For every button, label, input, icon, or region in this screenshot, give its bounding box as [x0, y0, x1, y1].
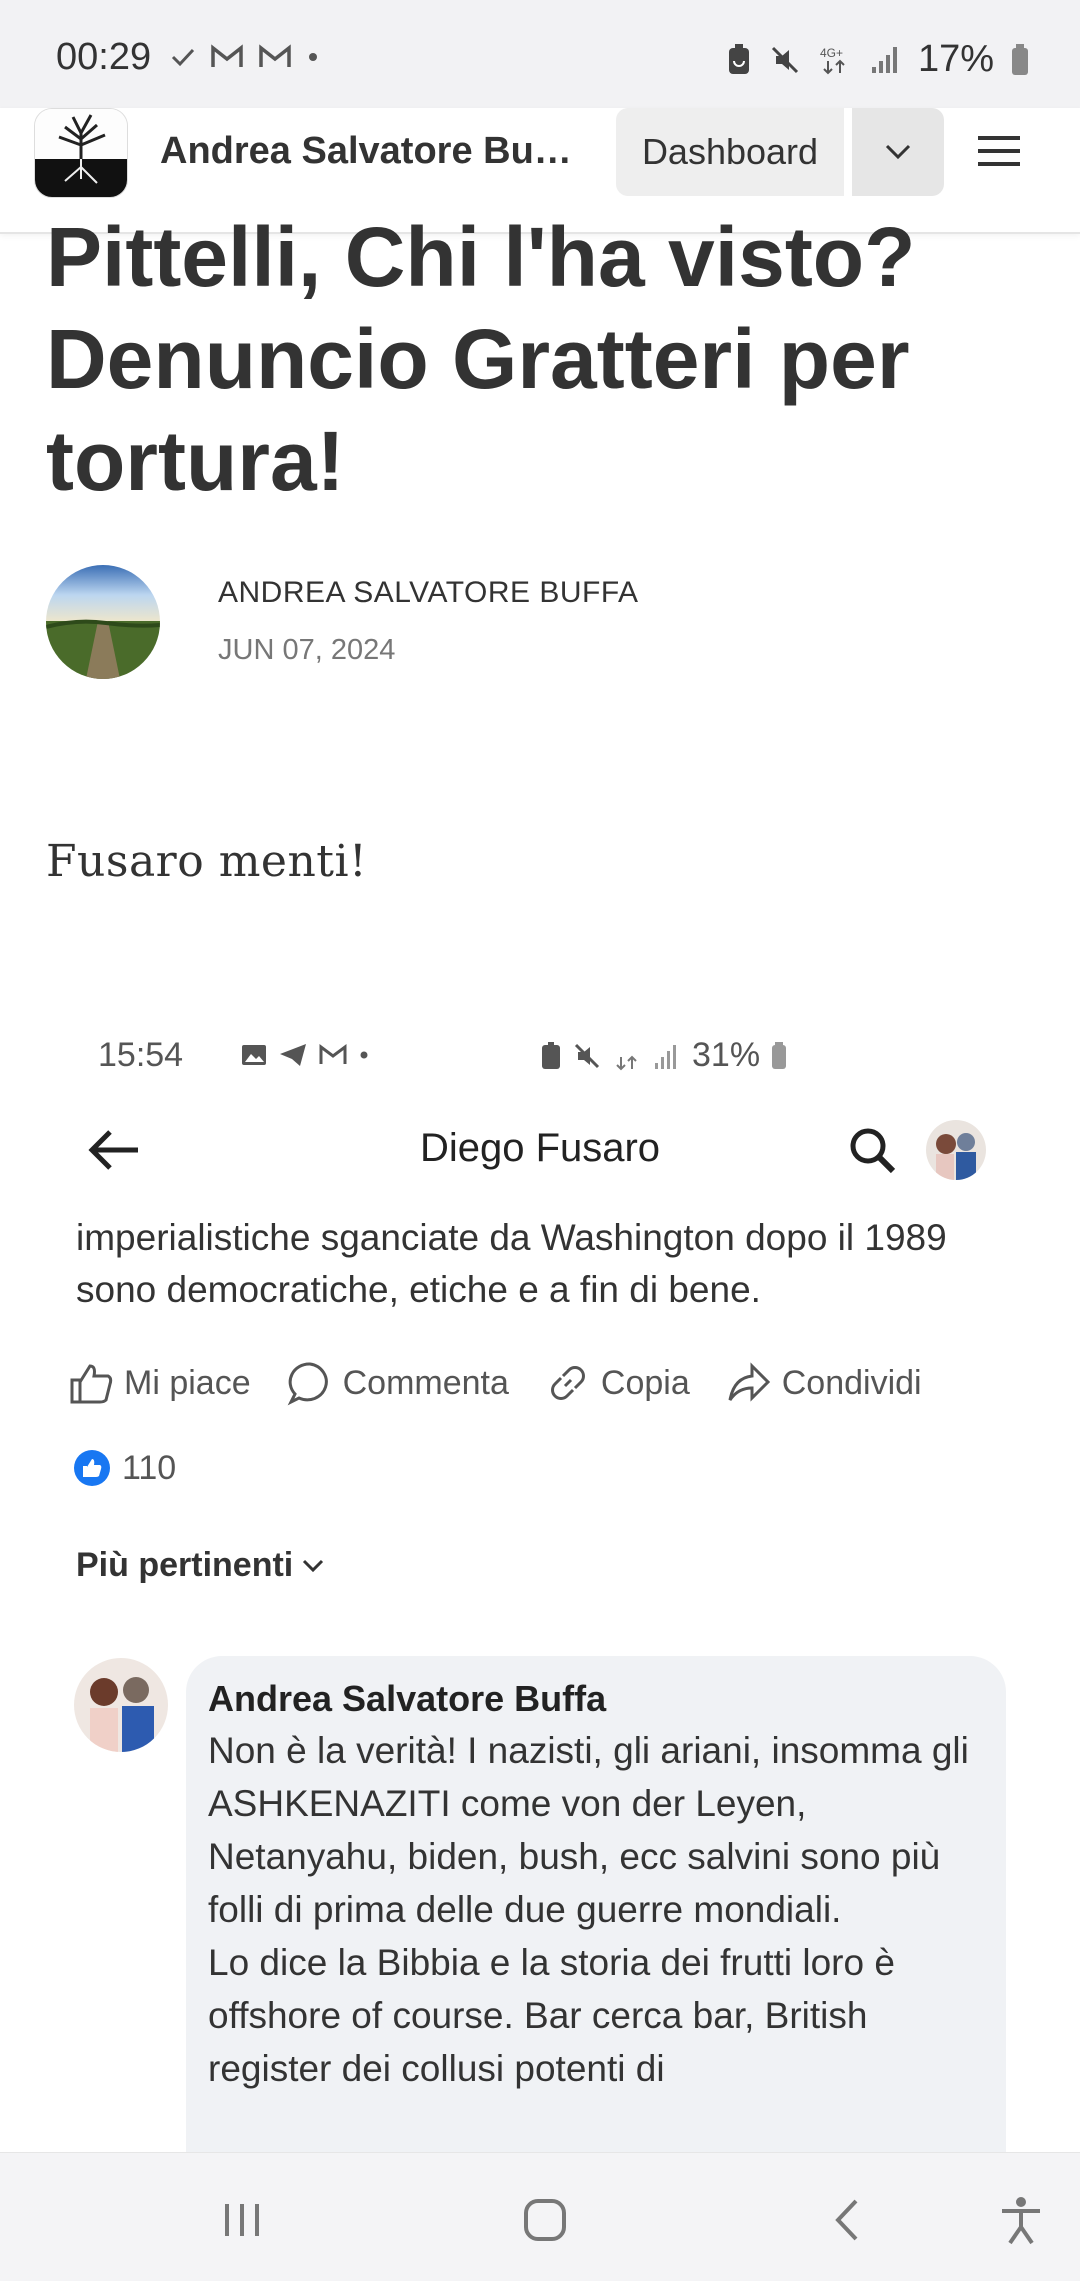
battery-percent: 17% — [917, 38, 994, 80]
mute-icon — [768, 43, 802, 77]
embedded-status-time: 15:54 — [98, 1036, 184, 1074]
comment-text: Non è la verità! I nazisti, gli ariani, … — [208, 1730, 969, 2089]
commenter-name[interactable]: Andrea Salvatore Buffa — [208, 1678, 984, 1720]
accessibility-button[interactable] — [994, 2193, 1048, 2247]
network-4g-icon — [612, 1041, 642, 1071]
home-icon — [522, 2197, 568, 2243]
share-icon — [726, 1360, 772, 1406]
copy-label: Copia — [600, 1363, 690, 1402]
like-action[interactable]: Mi piace — [68, 1360, 251, 1406]
back-nav-button[interactable] — [820, 2193, 874, 2247]
gmail-icon — [210, 44, 244, 70]
hamburger-icon — [976, 133, 1022, 169]
chevron-down-icon — [883, 142, 913, 162]
status-time: 00:29 — [56, 36, 152, 78]
post-actions: Mi piace Commenta Copia Condividi — [68, 1360, 1028, 1406]
dot-icon — [358, 1049, 370, 1061]
share-action[interactable]: Condividi — [726, 1360, 922, 1406]
mute-icon — [572, 1041, 602, 1071]
post-date: JUN 07, 2024 — [218, 634, 396, 666]
gmail-icon — [258, 44, 292, 70]
thumbs-up-icon — [68, 1360, 114, 1406]
signal-icon — [868, 43, 902, 77]
embedded-screenshot: 15:54 31% Diego Fusaro imperialistiche s… — [50, 1000, 1030, 2160]
accessibility-icon — [998, 2195, 1044, 2245]
like-count-value: 110 — [122, 1448, 177, 1487]
sort-label: Più pertinenti — [76, 1546, 294, 1584]
network-4g-icon: 4G+ — [818, 43, 852, 77]
comment-bubble: Andrea Salvatore Buffa Non è la verità! … — [186, 1656, 1006, 2160]
battery-saver-icon — [726, 43, 752, 77]
article-title: Pittelli, Chi l'ha visto? Denuncio Gratt… — [46, 210, 916, 508]
author-name[interactable]: ANDREA SALVATORE BUFFA — [218, 576, 639, 610]
search-button[interactable] — [842, 1120, 902, 1180]
like-label: Mi piace — [124, 1363, 251, 1402]
notification-icons — [170, 44, 320, 70]
embedded-post-text: imperialistiche sganciate da Washington … — [76, 1217, 947, 1310]
dot-icon — [306, 50, 320, 64]
battery-icon — [770, 1041, 788, 1071]
check-icon — [170, 44, 196, 70]
recent-apps-icon — [221, 2200, 265, 2240]
battery-saver-icon — [540, 1041, 562, 1071]
dashboard-button[interactable]: Dashboard — [616, 108, 844, 196]
like-count[interactable]: 110 — [72, 1448, 176, 1488]
image-icon — [240, 1042, 268, 1068]
site-title[interactable]: Andrea Salvatore Buff... — [160, 130, 580, 173]
embedded-system-icons: 31% — [540, 1036, 788, 1075]
like-reaction-icon — [72, 1448, 112, 1488]
gmail-icon — [318, 1043, 348, 1067]
battery-icon — [1010, 43, 1030, 77]
share-label: Condividi — [781, 1363, 922, 1402]
embedded-notification-icons — [240, 1042, 370, 1068]
chevron-left-icon — [830, 2197, 864, 2243]
commenter-avatar[interactable] — [74, 1658, 168, 1752]
embedded-battery-percent: 31% — [692, 1036, 761, 1074]
link-icon — [545, 1360, 591, 1406]
menu-button[interactable] — [974, 126, 1024, 176]
profile-avatar[interactable] — [926, 1120, 986, 1180]
system-nav-bar — [0, 2152, 1080, 2281]
site-logo[interactable] — [34, 108, 128, 198]
chevron-down-icon — [301, 1557, 325, 1575]
dashboard-dropdown-button[interactable] — [852, 108, 944, 196]
copy-action[interactable]: Copia — [545, 1360, 690, 1406]
system-icons: 4G+ 17% — [726, 38, 1030, 81]
home-button[interactable] — [518, 2193, 572, 2247]
article-lead-text: Fusaro menti! — [46, 836, 368, 887]
comment-label: Commenta — [342, 1363, 509, 1402]
status-bar: 00:29 4G+ 17% — [0, 0, 1080, 108]
search-icon — [847, 1125, 897, 1175]
recent-apps-button[interactable] — [216, 2193, 270, 2247]
comment-action[interactable]: Commenta — [287, 1360, 509, 1406]
telegram-icon — [278, 1042, 308, 1068]
signal-icon — [652, 1041, 682, 1071]
comment-sort-dropdown[interactable]: Più pertinenti — [76, 1546, 325, 1585]
comment-icon — [287, 1360, 333, 1406]
author-avatar[interactable] — [46, 565, 160, 679]
svg-text:4G+: 4G+ — [820, 46, 843, 60]
